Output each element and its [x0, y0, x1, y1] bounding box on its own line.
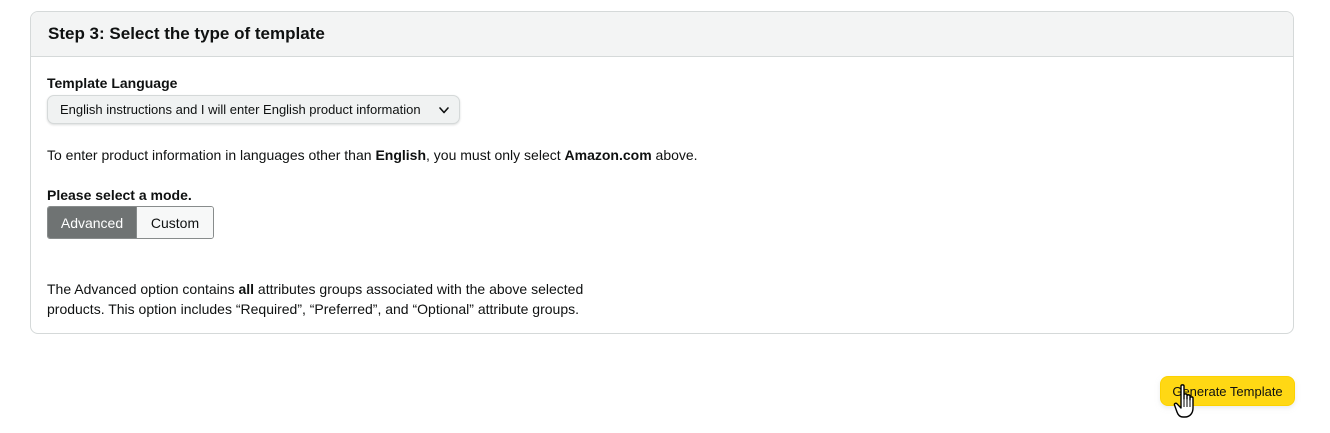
info-prefix: To enter product information in language…	[47, 147, 376, 163]
language-info-text: To enter product information in language…	[47, 147, 698, 163]
chevron-down-icon	[439, 107, 449, 114]
info-suffix: above.	[651, 147, 698, 163]
info-middle: , you must only select	[426, 147, 565, 163]
mode-custom-button[interactable]: Custom	[137, 207, 213, 238]
desc-emphasis: all	[238, 281, 255, 297]
desc-prefix: The Advanced option contains	[47, 281, 239, 297]
section-body: Template Language English instructions a…	[30, 11, 1294, 334]
mode-advanced-button[interactable]: Advanced	[48, 207, 137, 238]
page: Step 3: Select the type of template Temp…	[0, 0, 1330, 433]
mode-segmented-control: Advanced Custom	[47, 206, 214, 239]
generate-template-label: Generate Template	[1172, 383, 1283, 399]
template-language-select[interactable]: English instructions and I will enter En…	[47, 95, 460, 124]
template-language-label: Template Language	[47, 75, 178, 91]
info-marketplace: Amazon.com	[564, 147, 652, 163]
mode-label: Please select a mode.	[47, 187, 192, 203]
template-language-value: English instructions and I will enter En…	[60, 102, 421, 117]
info-language: English	[375, 147, 426, 163]
mode-description: The Advanced option contains all attribu…	[47, 279, 627, 319]
generate-template-button[interactable]: Generate Template	[1160, 376, 1295, 406]
